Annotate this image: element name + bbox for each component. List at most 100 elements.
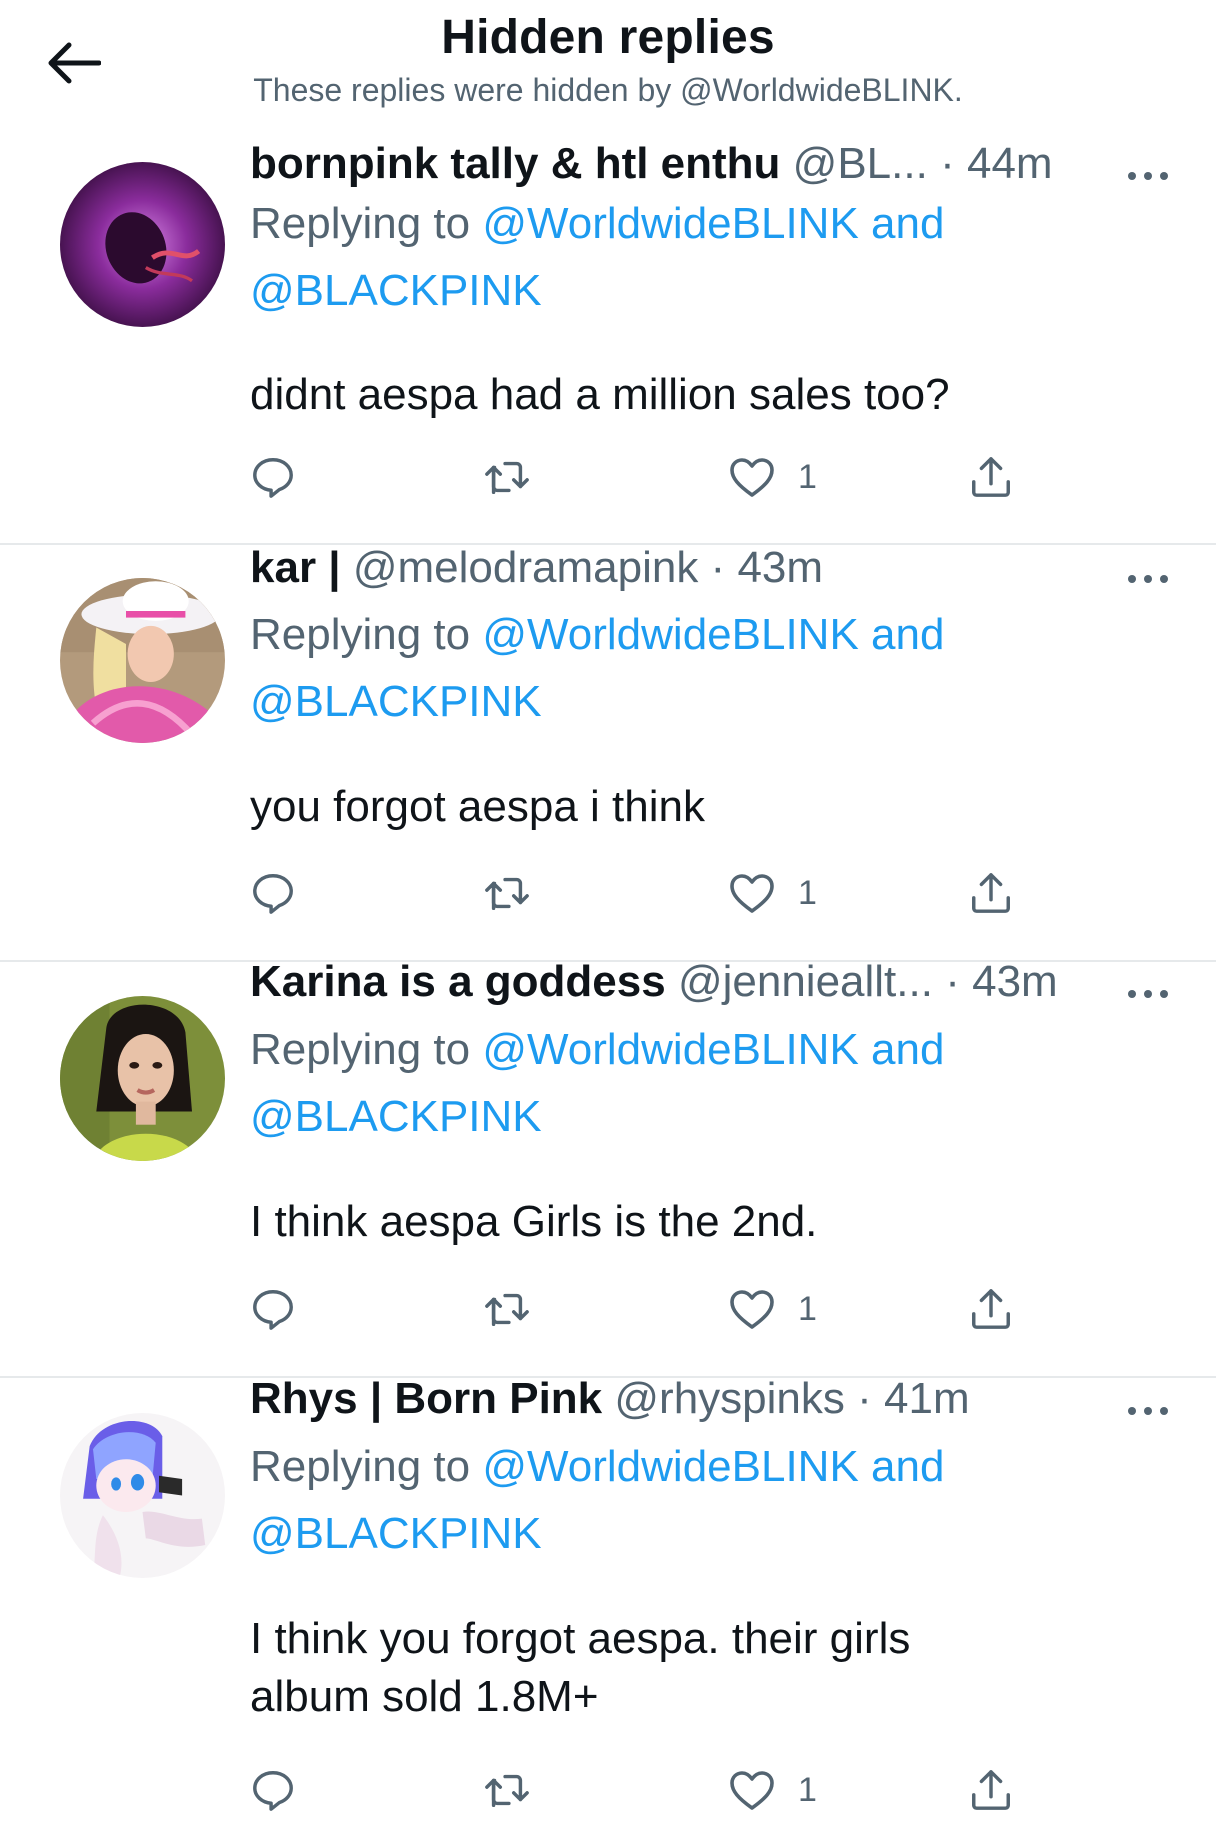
more-horizontal-icon: [1128, 172, 1168, 180]
tweet-actions: 1: [250, 1760, 1050, 1820]
more-horizontal-icon: [1128, 990, 1168, 998]
reply-bubble-icon: [253, 1771, 293, 1811]
mention-and[interactable]: and: [871, 199, 944, 248]
retweet-button[interactable]: [482, 447, 532, 507]
more-options-button[interactable]: [1118, 156, 1178, 196]
reply-button[interactable]: [250, 863, 296, 923]
like-count: 1: [798, 457, 817, 496]
tweet[interactable]: kar | @melodramapink · 43m Replying to @…: [0, 543, 1216, 962]
replying-to: Replying to @WorldwideBLINK and @BLACKPI…: [250, 1016, 1096, 1150]
user-handle[interactable]: @rhyspinks: [614, 1374, 845, 1423]
mention-and[interactable]: and: [871, 1442, 944, 1491]
display-name[interactable]: kar |: [250, 543, 341, 592]
avatar[interactable]: [60, 996, 225, 1161]
replying-label: Replying to: [250, 610, 471, 659]
reply-button[interactable]: [250, 1279, 296, 1339]
replying-label: Replying to: [250, 199, 471, 248]
avatar[interactable]: [60, 578, 225, 743]
retweet-icon: [485, 1774, 529, 1808]
retweet-icon: [485, 877, 529, 911]
tweet[interactable]: Rhys | Born Pink @rhyspinks · 41m Replyi…: [0, 1374, 1216, 1845]
avatar[interactable]: [60, 162, 225, 327]
reply-button[interactable]: [250, 1760, 296, 1820]
tweet-header: bornpink tally & htl enthu @BL... · 44m: [250, 136, 1126, 192]
like-button[interactable]: 1: [728, 1279, 817, 1339]
share-icon: [972, 457, 1010, 497]
more-options-button[interactable]: [1118, 1391, 1178, 1431]
share-icon: [972, 1289, 1010, 1329]
like-button[interactable]: 1: [728, 447, 817, 507]
share-button[interactable]: [968, 447, 1014, 507]
reply-bubble-icon: [253, 874, 293, 914]
share-button[interactable]: [968, 1279, 1014, 1339]
tweet-text: I think you forgot aespa. their girls al…: [250, 1614, 911, 1721]
like-count: 1: [798, 1289, 817, 1328]
retweet-button[interactable]: [482, 863, 532, 923]
more-horizontal-icon: [1128, 575, 1168, 583]
timestamp[interactable]: 44m: [967, 139, 1053, 188]
display-name[interactable]: Karina is a goddess: [250, 957, 666, 1006]
retweet-button[interactable]: [482, 1760, 532, 1820]
separator-dot: ·: [940, 139, 955, 188]
replying-label: Replying to: [250, 1025, 471, 1074]
mention-link[interactable]: @WorldwideBLINK: [482, 610, 858, 659]
like-button[interactable]: 1: [728, 863, 817, 923]
display-name[interactable]: bornpink tally & htl enthu: [250, 139, 780, 188]
replying-to: Replying to @WorldwideBLINK and @BLACKPI…: [250, 1433, 1096, 1567]
retweet-button[interactable]: [482, 1279, 532, 1339]
timestamp[interactable]: 43m: [972, 957, 1058, 1006]
page-header: Hidden replies These replies were hidden…: [0, 0, 1216, 130]
heart-icon: [730, 458, 774, 497]
tweet-text: you forgot aespa i think: [250, 782, 705, 831]
tweet-header: Rhys | Born Pink @rhyspinks · 41m: [250, 1371, 1126, 1427]
mention-link[interactable]: @BLACKPINK: [250, 668, 1096, 735]
separator-dot: ·: [857, 1374, 872, 1423]
reply-bubble-icon: [253, 1290, 293, 1330]
replying-label: Replying to: [250, 1442, 471, 1491]
timestamp[interactable]: 43m: [737, 543, 823, 592]
share-icon: [972, 873, 1010, 913]
user-handle[interactable]: @melodramapink: [353, 543, 698, 592]
tweet-header: kar | @melodramapink · 43m: [250, 540, 1126, 596]
tweet-header: Karina is a goddess @jennieallt... · 43m: [250, 954, 1126, 1010]
more-options-button[interactable]: [1118, 559, 1178, 599]
mention-and[interactable]: and: [871, 1025, 944, 1074]
reply-button[interactable]: [250, 447, 296, 507]
replying-to: Replying to @WorldwideBLINK and @BLACKPI…: [250, 601, 1096, 735]
share-button[interactable]: [968, 1760, 1014, 1820]
page-title: Hidden replies: [441, 11, 775, 64]
separator-dot: ·: [710, 543, 726, 592]
retweet-icon: [485, 1293, 529, 1327]
user-handle[interactable]: @jennieallt...: [678, 957, 933, 1006]
replying-to: Replying to @WorldwideBLINK and @BLACKPI…: [250, 190, 1096, 324]
timestamp[interactable]: 41m: [884, 1374, 970, 1423]
tweet[interactable]: Karina is a goddess @jennieallt... · 43m…: [0, 957, 1216, 1378]
mention-link[interactable]: @WorldwideBLINK: [482, 1442, 858, 1491]
separator-dot: ·: [945, 957, 960, 1006]
mention-link[interactable]: @WorldwideBLINK: [482, 1025, 858, 1074]
display-name[interactable]: Rhys | Born Pink: [250, 1374, 602, 1423]
retweet-icon: [485, 461, 529, 495]
mention-link[interactable]: @BLACKPINK: [250, 1500, 1096, 1567]
mention-link[interactable]: @BLACKPINK: [250, 1083, 1096, 1150]
tweet-text: I think aespa Girls is the 2nd.: [250, 1197, 818, 1246]
mention-link[interactable]: @WorldwideBLINK: [482, 199, 858, 248]
reply-bubble-icon: [253, 458, 293, 498]
more-horizontal-icon: [1128, 1407, 1168, 1415]
user-handle[interactable]: @BL...: [793, 139, 928, 188]
mention-link[interactable]: @BLACKPINK: [250, 257, 1096, 324]
mention-and[interactable]: and: [871, 610, 944, 659]
more-options-button[interactable]: [1118, 974, 1178, 1014]
tweet-actions: 1: [250, 1279, 1050, 1339]
tweet[interactable]: bornpink tally & htl enthu @BL... · 44m …: [0, 130, 1216, 545]
like-button[interactable]: 1: [728, 1760, 817, 1820]
page-subtitle: These replies were hidden by @WorldwideB…: [253, 72, 963, 108]
share-button[interactable]: [968, 863, 1014, 923]
heart-icon: [730, 1290, 774, 1329]
avatar[interactable]: [60, 1413, 225, 1578]
tweet-text: didnt aespa had a million sales too?: [250, 370, 950, 419]
tweet-actions: 1: [250, 447, 1050, 507]
tweet-actions: 1: [250, 863, 1050, 923]
heart-icon: [730, 1771, 774, 1810]
share-icon: [972, 1770, 1010, 1810]
